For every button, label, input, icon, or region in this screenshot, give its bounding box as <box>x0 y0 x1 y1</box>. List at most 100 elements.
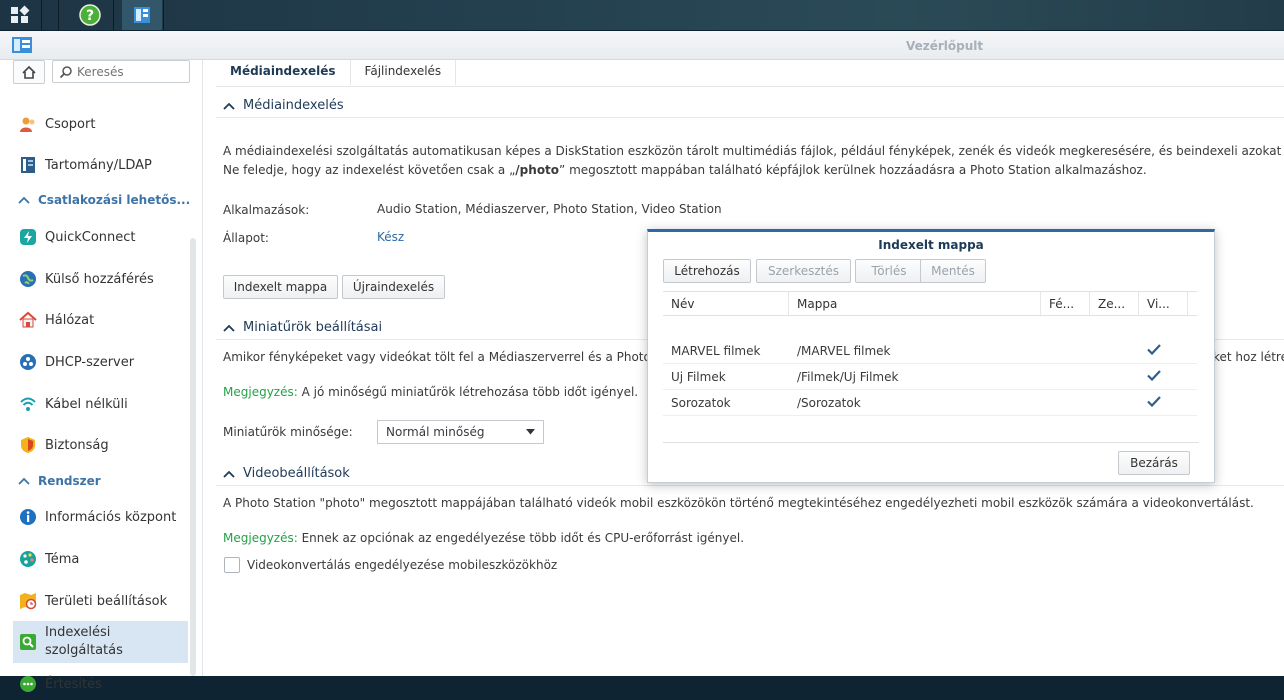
sidebar-item-label: Indexelési szolgáltatás <box>45 625 123 658</box>
table-row[interactable]: Uj Filmek /Filmek/Uj Filmek <box>663 364 1197 390</box>
sidebar-item-external-access[interactable]: Külső hozzáférés <box>13 263 188 295</box>
sidebar: Csoport Tartomány/LDAP Csatlakozási lehe… <box>0 60 203 692</box>
caret-down-icon <box>526 429 535 435</box>
table-row[interactable]: MARVEL filmek /MARVEL filmek <box>663 338 1197 364</box>
column-header-name[interactable]: Név <box>663 292 789 315</box>
table-row[interactable]: Sorozatok /Sorozatok <box>663 390 1197 416</box>
indexed-folder-grid: Név Mappa Fé... Ze... Vi... MARVEL filme… <box>663 291 1197 416</box>
sidebar-item-dhcp[interactable]: DHCP-szerver <box>13 346 188 378</box>
cell-video <box>1139 369 1188 384</box>
sidebar-item-group[interactable]: Csoport <box>13 109 188 139</box>
section-title: Médiaindexelés <box>243 98 344 113</box>
create-button[interactable]: Létrehozás <box>663 259 751 283</box>
window-title: Vezérlőpult <box>906 39 984 53</box>
section-thumbnails[interactable]: Miniatűrök beállításai <box>223 320 382 335</box>
video-conversion-checkbox[interactable] <box>224 557 240 573</box>
sidebar-item-theme[interactable]: Téma <box>13 543 188 575</box>
cell-video <box>1139 395 1188 410</box>
notification-icon <box>19 675 37 693</box>
home-button[interactable] <box>13 60 45 84</box>
close-button[interactable]: Bezárás <box>1118 451 1190 475</box>
sidebar-item-label: Kábel nélküli <box>45 396 128 412</box>
group-icon <box>19 115 37 133</box>
sidebar-section-system[interactable]: Rendszer <box>18 474 101 488</box>
svg-text:?: ? <box>86 8 94 24</box>
reindex-button[interactable]: Újraindexelés <box>342 275 445 299</box>
chevron-up-icon <box>223 102 235 110</box>
sidebar-item-label: Téma <box>45 551 80 567</box>
note-text: A jó minőségű miniatűrök létrehozása töb… <box>297 385 639 399</box>
info-icon <box>19 508 37 526</box>
quickconnect-icon <box>19 228 37 246</box>
theme-icon <box>19 550 37 568</box>
cell-name: MARVEL filmek <box>671 343 761 358</box>
sidebar-item-label: Tartomány/LDAP <box>45 157 152 173</box>
sidebar-item-label: Információs központ <box>45 509 177 525</box>
sidebar-item-indexing[interactable]: Indexelési szolgáltatás <box>13 621 188 663</box>
apps-label: Alkalmazások: <box>223 203 310 217</box>
save-button[interactable]: Mentés <box>920 259 986 283</box>
help-button[interactable]: ? <box>70 0 110 30</box>
dhcp-icon <box>19 353 37 371</box>
checkmark-icon <box>1147 343 1161 355</box>
column-header-photo[interactable]: Fé... <box>1041 292 1090 315</box>
search-input[interactable] <box>73 64 185 79</box>
indexed-folder-dialog: Indexelt mappa Létrehozás Szerkesztés Tö… <box>647 229 1215 483</box>
sidebar-item-notification[interactable]: Értesítés <box>13 668 188 700</box>
cell-folder: /MARVEL filmek <box>797 343 891 358</box>
search-icon <box>59 65 72 78</box>
sidebar-item-security[interactable]: Biztonság <box>13 429 188 461</box>
column-header-folder[interactable]: Mappa <box>789 292 1041 315</box>
sidebar-item-quickconnect[interactable]: QuickConnect <box>13 221 188 253</box>
sidebar-item-domain-ldap[interactable]: Tartomány/LDAP <box>13 149 188 181</box>
sidebar-item-label: QuickConnect <box>45 229 136 245</box>
taskbar: ? <box>0 0 1284 30</box>
dialog-title: Indexelt mappa <box>878 238 984 252</box>
sidebar-item-label: Hálózat <box>45 312 95 328</box>
section-video[interactable]: Videobeállítások <box>223 466 350 481</box>
section-label: Csatlakozási lehetős... <box>38 193 191 207</box>
status-value: Kész <box>377 230 405 244</box>
note-label: Megjegyzés: <box>223 385 298 399</box>
sidebar-section-connectivity[interactable]: Csatlakozási lehetős... <box>18 193 190 207</box>
thumb-quality-select[interactable]: Normál minőség <box>377 420 544 444</box>
column-header-video[interactable]: Vi... <box>1139 292 1188 315</box>
column-header-music[interactable]: Ze... <box>1090 292 1139 315</box>
control-panel-icon <box>134 7 150 23</box>
sidebar-item-regional[interactable]: Területi beállítások <box>13 585 188 617</box>
sidebar-item-label: Területi beállítások <box>45 593 168 609</box>
chevron-up-icon <box>223 470 235 478</box>
status-label: Állapot: <box>223 231 269 245</box>
section-label: Rendszer <box>38 474 101 488</box>
indexed-folder-button[interactable]: Indexelt mappa <box>223 275 338 299</box>
section-media-indexing[interactable]: Médiaindexelés <box>223 98 344 113</box>
sidebar-item-network[interactable]: Hálózat <box>13 304 188 336</box>
control-panel-taskbar-button[interactable] <box>122 0 162 30</box>
cell-folder: /Filmek/Uj Filmek <box>797 369 899 384</box>
home-icon <box>22 65 36 79</box>
sidebar-item-wireless[interactable]: Kábel nélküli <box>13 388 188 420</box>
sidebar-item-label: Értesítés <box>45 676 102 692</box>
tab-file-indexing[interactable]: Fájlindexelés <box>351 60 457 85</box>
sidebar-item-info-center[interactable]: Információs központ <box>13 501 188 533</box>
media-description-line2: Ne feledje, hogy az indexelést követően … <box>223 163 1147 177</box>
search-box[interactable] <box>52 60 190 83</box>
apps-value: Audio Station, Médiaszerver, Photo Stati… <box>377 202 722 216</box>
grid-header: Név Mappa Fé... Ze... Vi... <box>663 291 1197 316</box>
cell-video <box>1139 343 1188 358</box>
network-icon <box>19 311 37 329</box>
edit-button[interactable]: Szerkesztés <box>756 259 851 283</box>
video-note: Megjegyzés: Ennek az opciónak az engedél… <box>223 531 744 545</box>
desc-text: ” megosztott mappában található képfájlo… <box>559 163 1147 177</box>
sidebar-item-label: Csoport <box>45 116 96 132</box>
thumbs-description: Amikor fényképeket vagy videókat tölt fe… <box>223 350 663 364</box>
checkmark-icon <box>1147 369 1161 381</box>
main-menu-button[interactable] <box>0 0 40 30</box>
video-description: A Photo Station "photo" megosztott mappá… <box>223 496 1254 510</box>
delete-button[interactable]: Törlés <box>855 259 923 283</box>
tab-media-indexing[interactable]: Médiaindexelés <box>216 60 351 85</box>
domain-icon <box>19 156 37 174</box>
thumbs-description-tail: ket hoz létre <box>1213 350 1284 364</box>
section-title: Videobeállítások <box>243 466 350 481</box>
sidebar-scrollbar[interactable] <box>190 238 196 676</box>
